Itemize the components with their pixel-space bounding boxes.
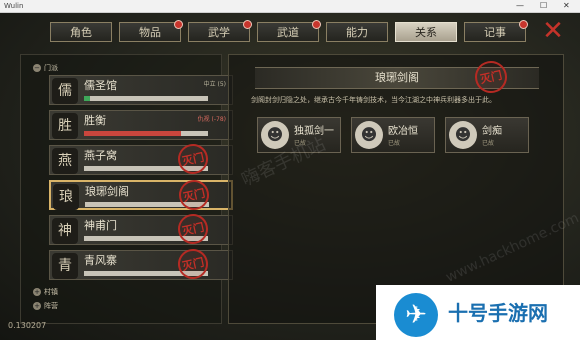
reputation-fill — [84, 96, 91, 101]
game-window: Wulin — ☐ ✕ 角色 物品 武学 武道 能力 关系 记事 ✕ − 门派 儒… — [0, 0, 580, 340]
maximize-button[interactable]: ☐ — [540, 0, 547, 12]
sect-item-shenfu[interactable]: 神 神甫门 灭门 — [49, 211, 233, 247]
group-label: 村镇 — [44, 288, 58, 296]
reputation-bar — [84, 96, 208, 101]
site-logo-banner: ✈ 十号手游网 — [376, 285, 580, 340]
window-close-button[interactable]: ✕ — [563, 0, 570, 12]
group-sects-toggle[interactable]: − 门派 — [33, 63, 58, 73]
tab-abilities[interactable]: 能力 — [326, 22, 388, 42]
expand-icon: + — [33, 302, 41, 310]
site-name: 十号手游网 — [448, 301, 548, 325]
sect-description: 剑阁封剑归隐之处，继承古今千年铸剑技术，当今江湖之中神兵利器多出于此。 — [251, 96, 496, 104]
sect-emblem-icon: 神 — [52, 218, 78, 244]
destroyed-stamp: 灭门 — [175, 141, 211, 177]
tab-martial-arts[interactable]: 武学 — [188, 20, 252, 42]
tab-label: 武学 — [208, 26, 230, 39]
group-label: 门派 — [44, 64, 58, 72]
sect-name: 儒圣馆 — [84, 79, 117, 92]
sect-item-yanziwo[interactable]: 燕 燕子窝 灭门 — [49, 141, 233, 177]
sect-status: 仇视 (-78) — [197, 116, 226, 123]
sect-emblem-icon: 燕 — [52, 148, 78, 174]
character-name: 剑痴 — [482, 126, 502, 137]
sect-emblem-icon: 琅 — [53, 184, 79, 210]
title-bar: Wulin — ☐ ✕ — [0, 0, 580, 13]
notification-dot-icon — [174, 20, 183, 29]
tab-martial-way[interactable]: 武道 — [257, 20, 321, 42]
sect-item-rusheng[interactable]: 儒 儒圣馆 中立 (5) — [49, 75, 233, 105]
character-name: 欧冶恒 — [388, 126, 418, 137]
tab-label: 角色 — [70, 26, 92, 39]
group-label: 阵营 — [44, 302, 58, 310]
character-status: 已故 — [388, 140, 401, 147]
notification-dot-icon — [243, 20, 252, 29]
destroyed-stamp: 灭门 — [175, 211, 211, 247]
minimize-button[interactable]: — — [516, 0, 524, 12]
sect-emblem-icon: 青 — [52, 253, 78, 279]
sect-list-panel: − 门派 儒 儒圣馆 中立 (5) 胜 胜衡 仇视 (-78) 燕 燕子窝 灭门 … — [20, 54, 233, 324]
sect-name: 燕子窝 — [84, 149, 117, 162]
sect-emblem-icon: 胜 — [52, 113, 78, 139]
portrait-icon: ☻ — [355, 121, 383, 149]
destroyed-stamp: 灭门 — [472, 58, 510, 96]
tab-label: 能力 — [346, 26, 368, 39]
tab-label: 记事 — [484, 26, 506, 39]
sect-status: 中立 (5) — [203, 81, 226, 88]
sect-item-shengheng[interactable]: 胜 胜衡 仇视 (-78) — [49, 110, 233, 140]
close-icon[interactable]: ✕ — [541, 18, 565, 44]
notification-dot-icon — [519, 20, 528, 29]
tab-label: 物品 — [139, 26, 161, 39]
group-camp-toggle[interactable]: + 阵营 — [33, 301, 58, 311]
sect-name: 神甫门 — [84, 219, 117, 232]
character-card[interactable]: ☻ 欧冶恒 已故 — [351, 117, 435, 153]
group-village-toggle[interactable]: + 村镇 — [33, 287, 58, 297]
collapse-icon: − — [33, 64, 41, 72]
tab-relations[interactable]: 关系 — [395, 22, 457, 42]
character-status: 已故 — [482, 140, 495, 147]
sect-detail-panel: 琅琊剑阁 灭门 剑阁封剑归隐之处，继承古今千年铸剑技术，当今江湖之中神兵利器多出… — [228, 54, 564, 324]
expand-icon: + — [33, 288, 41, 296]
sect-name: 胜衡 — [84, 114, 106, 127]
version-label: 0.130207 — [8, 321, 47, 330]
tab-role[interactable]: 角色 — [50, 22, 112, 42]
reputation-bar — [84, 131, 208, 136]
tab-items[interactable]: 物品 — [119, 20, 183, 42]
destroyed-stamp: 灭门 — [176, 177, 212, 213]
sect-name: 琅琊剑阁 — [85, 185, 129, 198]
character-card[interactable]: ☻ 剑痴 已故 — [445, 117, 529, 153]
tab-label: 关系 — [415, 26, 437, 39]
logo-icon: ✈ — [394, 293, 438, 337]
tab-label: 武道 — [277, 26, 299, 39]
window-title: Wulin — [4, 2, 24, 10]
notification-dot-icon — [312, 20, 321, 29]
sect-name: 青风寨 — [84, 254, 117, 267]
sect-item-qingfeng[interactable]: 青 青风寨 灭门 — [49, 246, 233, 282]
destroyed-stamp: 灭门 — [175, 246, 211, 282]
sect-emblem-icon: 儒 — [52, 78, 78, 104]
tab-journal[interactable]: 记事 — [464, 20, 528, 42]
sect-item-langya[interactable]: 琅 琅琊剑阁 灭门 — [49, 177, 233, 213]
portrait-icon: ☻ — [449, 121, 477, 149]
reputation-fill — [84, 131, 181, 136]
